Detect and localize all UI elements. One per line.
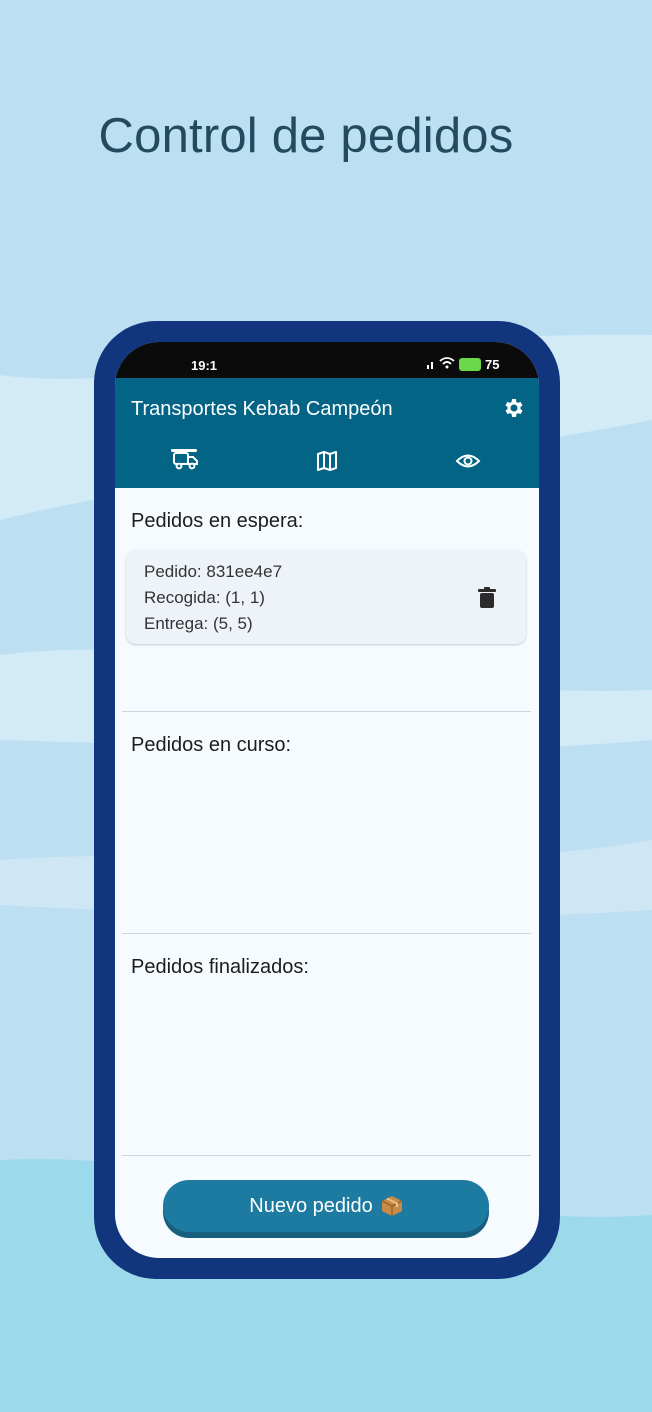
page-headline: Control de pedidos [98, 109, 514, 163]
app-title: Transportes Kebab Campeón [131, 398, 393, 420]
battery-icon [459, 358, 481, 371]
section-title-in-progress: Pedidos en curso: [131, 734, 292, 756]
tab-map[interactable] [256, 442, 397, 488]
truck-icon [172, 450, 200, 477]
order-id: Pedido: 831ee4e7 [144, 562, 283, 581]
status-bar: 19:1 75 [115, 342, 539, 378]
package-icon [381, 1195, 403, 1217]
signal-icon [427, 357, 435, 372]
battery-level: 75 [485, 357, 500, 372]
order-delivery: Entrega: (5, 5) [144, 614, 253, 633]
section-title-finished: Pedidos finalizados: [131, 956, 309, 978]
tab-view[interactable] [398, 442, 539, 488]
section-title-waiting: Pedidos en espera: [131, 510, 304, 532]
delete-trash-icon[interactable] [476, 586, 498, 610]
orders-content: Pedidos en espera: Pedido: 831ee4e7 Reco… [115, 488, 539, 1258]
order-card[interactable]: Pedido: 831ee4e7 Recogida: (1, 1) Entreg… [126, 550, 526, 644]
app-bar: Transportes Kebab Campeón [115, 378, 539, 488]
section-divider [122, 933, 531, 934]
phone-notch [213, 342, 441, 374]
order-pickup: Recogida: (1, 1) [144, 588, 265, 607]
status-time: 19:1 [191, 358, 218, 373]
wifi-icon [439, 357, 455, 372]
section-divider [122, 1155, 531, 1156]
settings-gear-icon[interactable] [501, 396, 525, 420]
map-icon [315, 450, 339, 477]
active-tab-indicator [171, 449, 197, 452]
section-divider [122, 711, 531, 712]
phone-screen: 19:1 75 Transportes Kebab Campeón Pedido… [115, 342, 539, 1258]
new-order-label: Nuevo pedido [249, 1194, 373, 1217]
new-order-button[interactable]: Nuevo pedido [163, 1180, 489, 1232]
eye-icon [455, 450, 481, 477]
status-icons: 75 [427, 357, 499, 372]
